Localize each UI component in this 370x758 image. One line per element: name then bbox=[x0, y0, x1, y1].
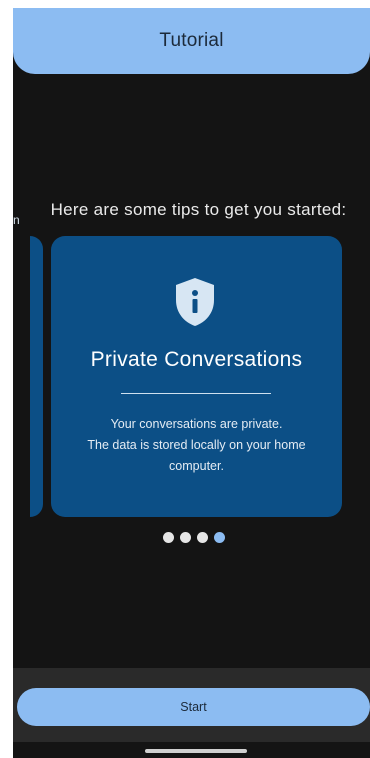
page-dot-2[interactable] bbox=[180, 532, 191, 543]
start-button[interactable]: Start bbox=[17, 688, 370, 726]
app-header: Tutorial bbox=[13, 8, 370, 74]
card-divider bbox=[121, 393, 271, 394]
previous-card-text: n bbox=[13, 213, 20, 227]
home-indicator[interactable] bbox=[145, 749, 247, 753]
card-body-line-1: Your conversations are private. bbox=[110, 417, 283, 431]
app-screen: Tutorial Here are some tips to get you s… bbox=[13, 8, 370, 758]
shield-info-icon bbox=[172, 276, 218, 328]
tip-card[interactable]: Private Conversations Your conversations… bbox=[51, 236, 342, 517]
page-dot-4-active[interactable] bbox=[214, 532, 225, 543]
page-indicator bbox=[163, 532, 225, 543]
card-body: Your conversations are private. The data… bbox=[61, 414, 332, 477]
tips-heading: Here are some tips to get you started: bbox=[50, 200, 347, 219]
header-title: Tutorial bbox=[159, 30, 224, 51]
page-dot-1[interactable] bbox=[163, 532, 174, 543]
page-dot-3[interactable] bbox=[197, 532, 208, 543]
card-title: Private Conversations bbox=[90, 348, 303, 371]
previous-tip-card[interactable] bbox=[30, 236, 43, 517]
system-nav-bar bbox=[13, 742, 370, 758]
card-body-line-2: The data is stored locally on your home … bbox=[87, 438, 306, 473]
